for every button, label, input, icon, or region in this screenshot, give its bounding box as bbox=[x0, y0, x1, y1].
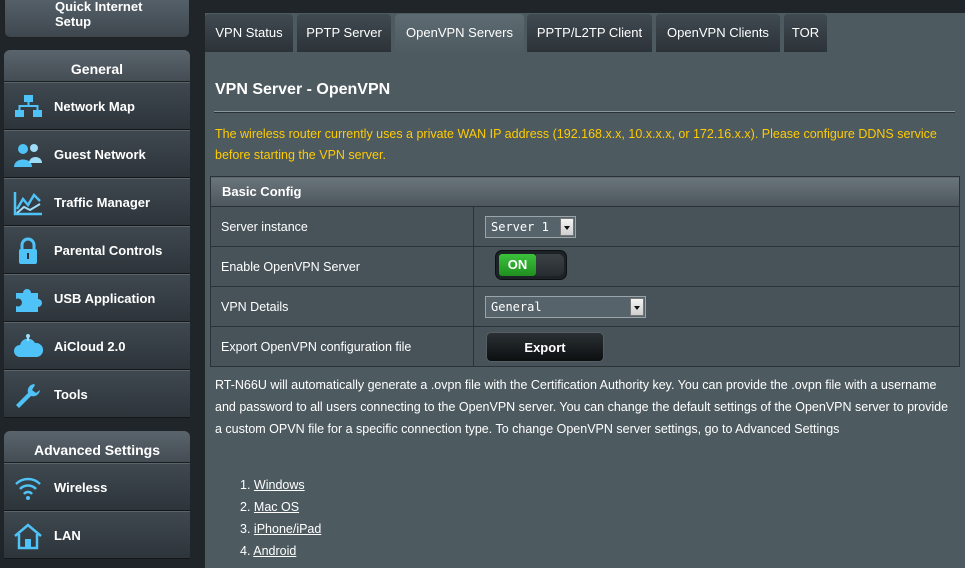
server-instance-cell: Server 1 bbox=[473, 206, 960, 247]
enable-openvpn-toggle[interactable]: ON bbox=[495, 250, 567, 280]
traffic-manager-icon bbox=[13, 192, 42, 216]
tab-tor[interactable]: TOR bbox=[784, 14, 827, 52]
sidebar-item-label: Parental Controls bbox=[54, 243, 163, 258]
tab-openvpn-servers[interactable]: OpenVPN Servers bbox=[395, 14, 524, 54]
list-number: 1. bbox=[240, 478, 251, 492]
enable-openvpn-label: Enable OpenVPN Server bbox=[210, 246, 474, 287]
enable-openvpn-cell: ON bbox=[473, 246, 960, 287]
export-button[interactable]: Export bbox=[486, 331, 604, 362]
sidebar-general-section: General Network Map Guest Network Traffi… bbox=[4, 50, 190, 418]
list-item: 1. Windows bbox=[240, 474, 321, 496]
tab-pptp-l2tp-client[interactable]: PPTP/L2TP Client bbox=[527, 14, 652, 52]
list-number: 2. bbox=[240, 500, 251, 514]
basic-config-table: Basic Config Server instance Server 1 En… bbox=[210, 176, 960, 367]
sidebar-item-label: Network Map bbox=[54, 99, 135, 114]
tab-vpn-status[interactable]: VPN Status bbox=[205, 14, 293, 52]
vpn-details-cell: General bbox=[473, 286, 960, 327]
sidebar-item-traffic-manager[interactable]: Traffic Manager bbox=[4, 178, 190, 226]
sidebar-item-label: Traffic Manager bbox=[54, 195, 151, 210]
lock-icon bbox=[19, 237, 37, 264]
basic-config-header: Basic Config bbox=[210, 176, 960, 207]
table-row: VPN Details General bbox=[210, 286, 960, 327]
wifi-icon bbox=[15, 477, 41, 500]
tab-openvpn-clients[interactable]: OpenVPN Clients bbox=[656, 14, 780, 52]
quick-internet-setup-button[interactable]: Quick Internet Setup bbox=[4, 0, 190, 38]
list-item: 4. Android bbox=[240, 540, 321, 562]
table-row: Export OpenVPN configuration file Export bbox=[210, 326, 960, 367]
home-icon bbox=[14, 523, 42, 550]
sidebar-item-tools[interactable]: Tools bbox=[4, 370, 190, 418]
list-number: 3. bbox=[240, 522, 251, 536]
title-divider bbox=[214, 111, 955, 113]
list-number: 4. bbox=[240, 544, 251, 558]
sidebar-item-network-map[interactable]: Network Map bbox=[4, 82, 190, 130]
os-link-list: 1. Windows 2. Mac OS 3. iPhone/iPad 4. A… bbox=[240, 474, 321, 562]
sidebar-item-label: Wireless bbox=[54, 480, 108, 495]
guest-network-icon bbox=[14, 144, 42, 167]
table-row: Enable OpenVPN Server ON bbox=[210, 246, 960, 287]
sidebar-general-title: General bbox=[4, 50, 190, 82]
vpn-details-select[interactable]: General bbox=[485, 295, 646, 318]
export-config-cell: Export bbox=[473, 326, 960, 367]
sidebar-item-label: AiCloud 2.0 bbox=[54, 339, 126, 354]
page-title: VPN Server - OpenVPN bbox=[215, 81, 391, 98]
wrench-icon bbox=[16, 384, 40, 408]
chevron-down-icon bbox=[630, 297, 644, 316]
vpn-details-value: General bbox=[491, 299, 542, 314]
table-row: Server instance Server 1 bbox=[210, 206, 960, 247]
list-item: 2. Mac OS bbox=[240, 496, 321, 518]
sidebar-advanced-title: Advanced Settings bbox=[4, 431, 190, 463]
list-item: 3. iPhone/iPad bbox=[240, 518, 321, 540]
server-instance-select[interactable]: Server 1 bbox=[485, 215, 576, 238]
windows-link[interactable]: Windows bbox=[254, 478, 305, 492]
iphone-ipad-link[interactable]: iPhone/iPad bbox=[254, 522, 321, 536]
vpn-details-label: VPN Details bbox=[210, 286, 474, 327]
ddns-warning-text: The wireless router currently uses a pri… bbox=[215, 127, 937, 162]
sidebar-item-label: LAN bbox=[54, 528, 81, 543]
android-link[interactable]: Android bbox=[253, 544, 296, 558]
sidebar-item-label: USB Application bbox=[54, 291, 156, 306]
sidebar-item-lan[interactable]: LAN bbox=[4, 511, 190, 559]
toggle-state-label: ON bbox=[499, 254, 536, 276]
sidebar-item-guest-network[interactable]: Guest Network bbox=[4, 130, 190, 178]
sidebar-item-label: Guest Network bbox=[54, 147, 146, 162]
server-instance-label: Server instance bbox=[210, 206, 474, 247]
sidebar-item-aicloud[interactable]: AiCloud 2.0 bbox=[4, 322, 190, 370]
sidebar-item-label: Tools bbox=[54, 387, 88, 402]
chevron-down-icon bbox=[560, 217, 574, 236]
mac-os-link[interactable]: Mac OS bbox=[254, 500, 299, 514]
sidebar-advanced-section: Advanced Settings Wireless LAN bbox=[4, 431, 190, 559]
tab-pptp-server[interactable]: PPTP Server bbox=[297, 14, 391, 52]
sidebar-item-parental-controls[interactable]: Parental Controls bbox=[4, 226, 190, 274]
toggle-knob bbox=[536, 254, 564, 276]
network-map-icon bbox=[15, 95, 42, 117]
ovpn-description-text: RT-N66U will automatically generate a .o… bbox=[215, 378, 949, 436]
sidebar-item-wireless[interactable]: Wireless bbox=[4, 463, 190, 511]
export-config-label: Export OpenVPN configuration file bbox=[210, 326, 474, 367]
sidebar-item-usb-application[interactable]: USB Application bbox=[4, 274, 190, 322]
server-instance-value: Server 1 bbox=[491, 219, 549, 234]
puzzle-icon bbox=[16, 289, 42, 312]
quick-internet-setup-label: Quick Internet Setup bbox=[55, 0, 143, 29]
cloud-icon bbox=[14, 334, 44, 357]
